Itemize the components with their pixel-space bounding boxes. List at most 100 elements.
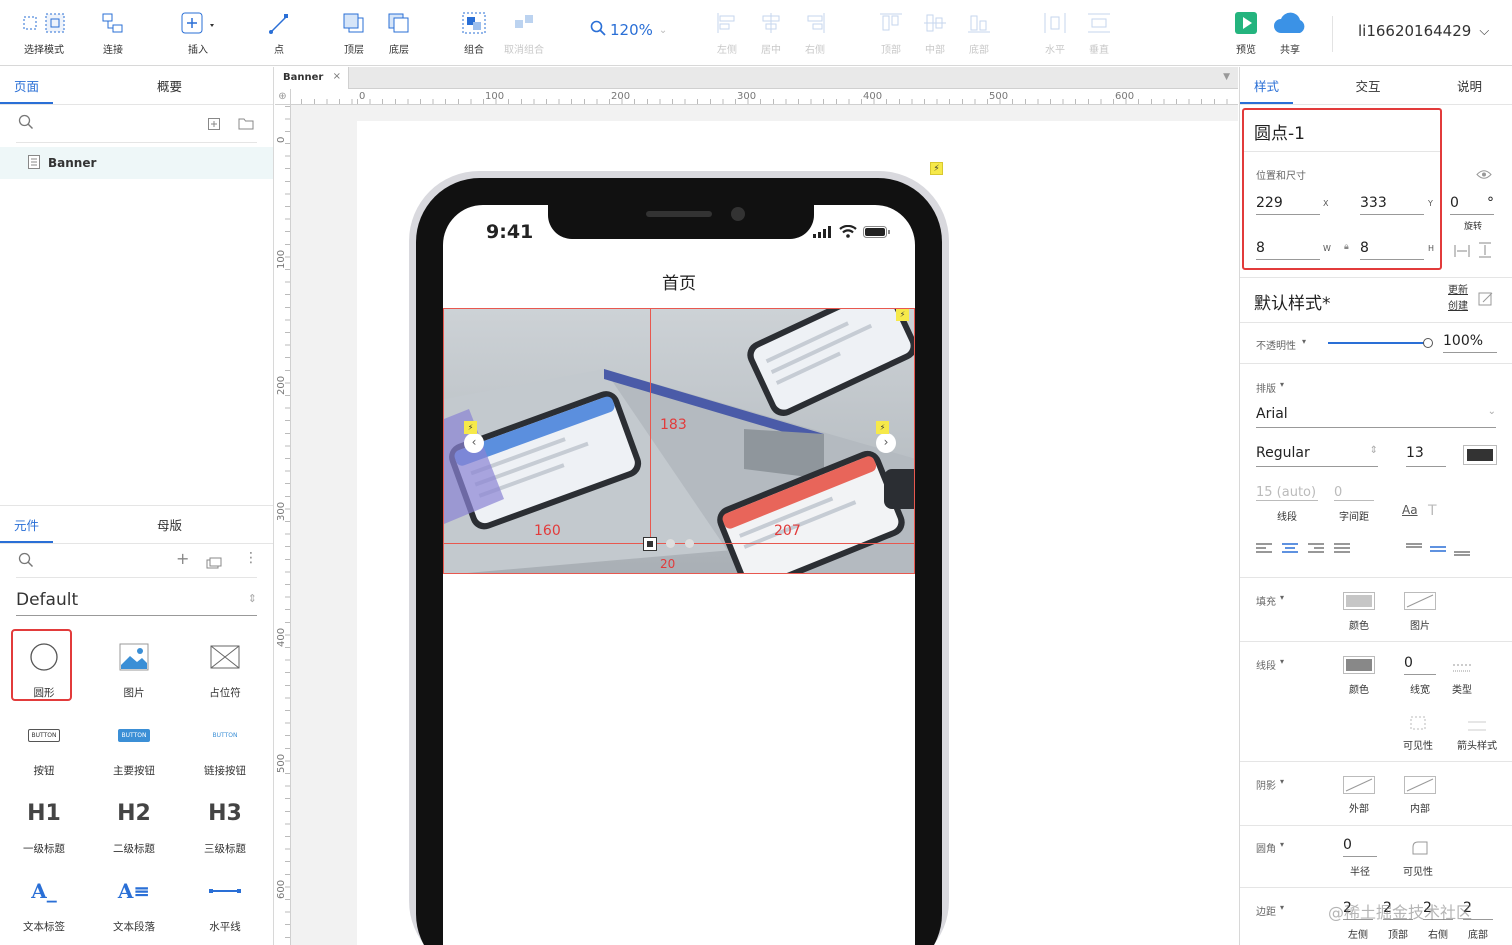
close-icon[interactable]: × xyxy=(333,71,341,82)
tab-list-chevron-icon[interactable]: ▼ xyxy=(1223,72,1230,82)
opacity-slider-track[interactable] xyxy=(1328,342,1428,344)
stroke-color-swatch[interactable] xyxy=(1343,656,1375,674)
widget-placeholder[interactable]: 占位符 xyxy=(190,637,260,700)
corner-visibility-icon[interactable] xyxy=(1412,840,1428,859)
font-size-input[interactable]: 13 xyxy=(1406,445,1446,467)
carousel-prev-button[interactable]: ‹ xyxy=(464,433,484,453)
doc-tab-banner[interactable]: Banner × xyxy=(275,67,349,89)
distribute-vertical-button[interactable]: 垂直 xyxy=(1086,0,1112,66)
interaction-flag-icon[interactable]: ⚡ xyxy=(876,421,889,434)
opacity-input[interactable]: 100% xyxy=(1443,333,1497,353)
rotation-input[interactable]: 0 ° xyxy=(1450,195,1494,215)
widget-horizontal-line[interactable]: 水平线 xyxy=(190,871,260,934)
widget-primary-button[interactable]: BUTTON 主要按钮 xyxy=(99,715,169,778)
align-text-right-icon[interactable] xyxy=(1308,543,1324,555)
ungroup-button[interactable]: 取消组合 xyxy=(502,0,546,66)
widget-heading-1[interactable]: H1 一级标题 xyxy=(9,793,79,856)
fit-height-icon[interactable] xyxy=(1478,242,1492,262)
interaction-flag-icon[interactable]: ⚡ xyxy=(896,309,909,321)
library-select[interactable]: Default ⇕ xyxy=(16,590,257,616)
tab-outline[interactable]: 概要 xyxy=(143,67,196,104)
arrow-style-icon[interactable] xyxy=(1468,717,1486,736)
text-style-icon[interactable]: T xyxy=(1428,503,1437,519)
widget-button[interactable]: BUTTON 按钮 xyxy=(9,715,79,778)
x-input[interactable]: 229 xyxy=(1256,195,1320,215)
insert-button[interactable]: 插入 xyxy=(178,0,218,66)
text-case-icon[interactable]: Aa xyxy=(1402,503,1418,517)
search-icon[interactable] xyxy=(18,114,34,134)
select-mode-button[interactable]: 选择模式 xyxy=(22,0,66,66)
create-style-link[interactable]: 创建 xyxy=(1448,299,1468,315)
eye-icon[interactable] xyxy=(1476,165,1492,184)
interaction-flag-icon[interactable]: ⚡ xyxy=(930,162,943,175)
widget-image[interactable]: 图片 xyxy=(99,637,169,700)
selected-dot-handle[interactable] xyxy=(643,537,657,551)
fill-image-button[interactable] xyxy=(1404,592,1436,610)
add-page-icon[interactable] xyxy=(208,115,220,134)
width-input[interactable]: 8 xyxy=(1256,240,1320,260)
interaction-flag-icon[interactable]: ⚡ xyxy=(464,421,477,434)
align-text-justify-icon[interactable] xyxy=(1334,543,1350,555)
widget-heading-2[interactable]: H2 二级标题 xyxy=(99,793,169,856)
tab-widgets[interactable]: 元件 xyxy=(0,506,54,543)
font-family-select[interactable]: Arial ⌄ xyxy=(1256,406,1496,428)
tab-interactions[interactable]: 交互 xyxy=(1341,67,1394,104)
align-center-button[interactable]: 居中 xyxy=(758,0,784,66)
carousel-next-button[interactable]: › xyxy=(876,433,896,453)
user-menu[interactable]: li16620164429 ⌵ xyxy=(1358,22,1489,40)
valign-middle-icon[interactable] xyxy=(1430,541,1446,557)
pagination-dot[interactable] xyxy=(666,539,675,548)
fit-width-icon[interactable] xyxy=(1454,243,1470,262)
page-item-banner[interactable]: Banner xyxy=(0,147,273,179)
tab-masters[interactable]: 母版 xyxy=(143,506,196,543)
tab-style[interactable]: 样式 xyxy=(1240,67,1294,104)
point-button[interactable]: 点 xyxy=(266,0,292,66)
align-middle-button[interactable]: 中部 xyxy=(922,0,948,66)
preview-button[interactable]: 预览 xyxy=(1232,0,1260,66)
height-input[interactable]: 8 xyxy=(1360,240,1424,260)
y-input[interactable]: 333 xyxy=(1360,195,1424,215)
align-top-button[interactable]: 顶部 xyxy=(878,0,904,66)
fill-color-swatch[interactable] xyxy=(1343,592,1375,610)
tab-notes[interactable]: 说明 xyxy=(1443,67,1496,104)
widget-circle[interactable]: 圆形 xyxy=(9,637,79,700)
style-name[interactable]: 默认样式* xyxy=(1254,289,1331,314)
widget-link-button[interactable]: BUTTON 链接按钮 xyxy=(190,715,260,778)
tab-pages[interactable]: 页面 xyxy=(0,67,54,104)
widget-heading-3[interactable]: H3 三级标题 xyxy=(190,793,260,856)
font-color-swatch[interactable] xyxy=(1463,445,1497,465)
widget-text-label[interactable]: A_ 文本标签 xyxy=(9,871,79,934)
align-right-button[interactable]: 右侧 xyxy=(802,0,828,66)
align-text-left-icon[interactable] xyxy=(1256,543,1272,555)
stroke-width-input[interactable]: 0 xyxy=(1404,655,1436,675)
valign-bottom-icon[interactable] xyxy=(1454,541,1470,557)
element-name[interactable]: 圆点-1 xyxy=(1254,119,1305,144)
align-bottom-button[interactable]: 底部 xyxy=(966,0,992,66)
stroke-visibility-icon[interactable] xyxy=(1410,715,1426,734)
ruler-origin-crosshair-icon[interactable]: ⊕ xyxy=(275,89,291,105)
group-button[interactable]: 组合 xyxy=(460,0,488,66)
lock-icon[interactable]: 🔒︎ xyxy=(1344,242,1349,252)
widget-text-paragraph[interactable]: A≡ 文本段落 xyxy=(99,871,169,934)
radius-input[interactable]: 0 xyxy=(1343,837,1377,857)
valign-top-icon[interactable] xyxy=(1406,541,1422,557)
opacity-slider-thumb[interactable] xyxy=(1423,338,1433,348)
letter-spacing-input[interactable]: 0 xyxy=(1334,485,1374,501)
banner-image[interactable]: 183 160 207 20 ‹ › ⚡ ⚡ ⚡ xyxy=(443,308,915,574)
connect-button[interactable]: 连接 xyxy=(100,0,126,66)
search-icon[interactable] xyxy=(18,552,34,572)
send-to-bottom-button[interactable]: 底层 xyxy=(385,0,413,66)
align-text-center-icon[interactable] xyxy=(1282,543,1298,555)
library-options-icon[interactable] xyxy=(206,554,222,573)
edit-style-icon[interactable] xyxy=(1478,291,1494,310)
stroke-type-icon[interactable] xyxy=(1453,659,1471,678)
align-left-button[interactable]: 左侧 xyxy=(714,0,740,66)
share-button[interactable]: 共享 xyxy=(1272,0,1308,66)
font-weight-select[interactable]: Regular ⇕ xyxy=(1256,445,1378,467)
line-height-input[interactable]: 15 (auto) xyxy=(1256,485,1318,501)
more-menu-icon[interactable]: ⋮ xyxy=(244,550,258,566)
add-library-icon[interactable]: + xyxy=(176,549,189,568)
canvas-area[interactable]: Banner × ▼ ⊕ ⚡ 9:41 首页 183 160 207 20 ‹ … xyxy=(275,67,1238,945)
distribute-horizontal-button[interactable]: 水平 xyxy=(1042,0,1068,66)
zoom-select[interactable]: 120% ⌄ xyxy=(590,20,667,40)
